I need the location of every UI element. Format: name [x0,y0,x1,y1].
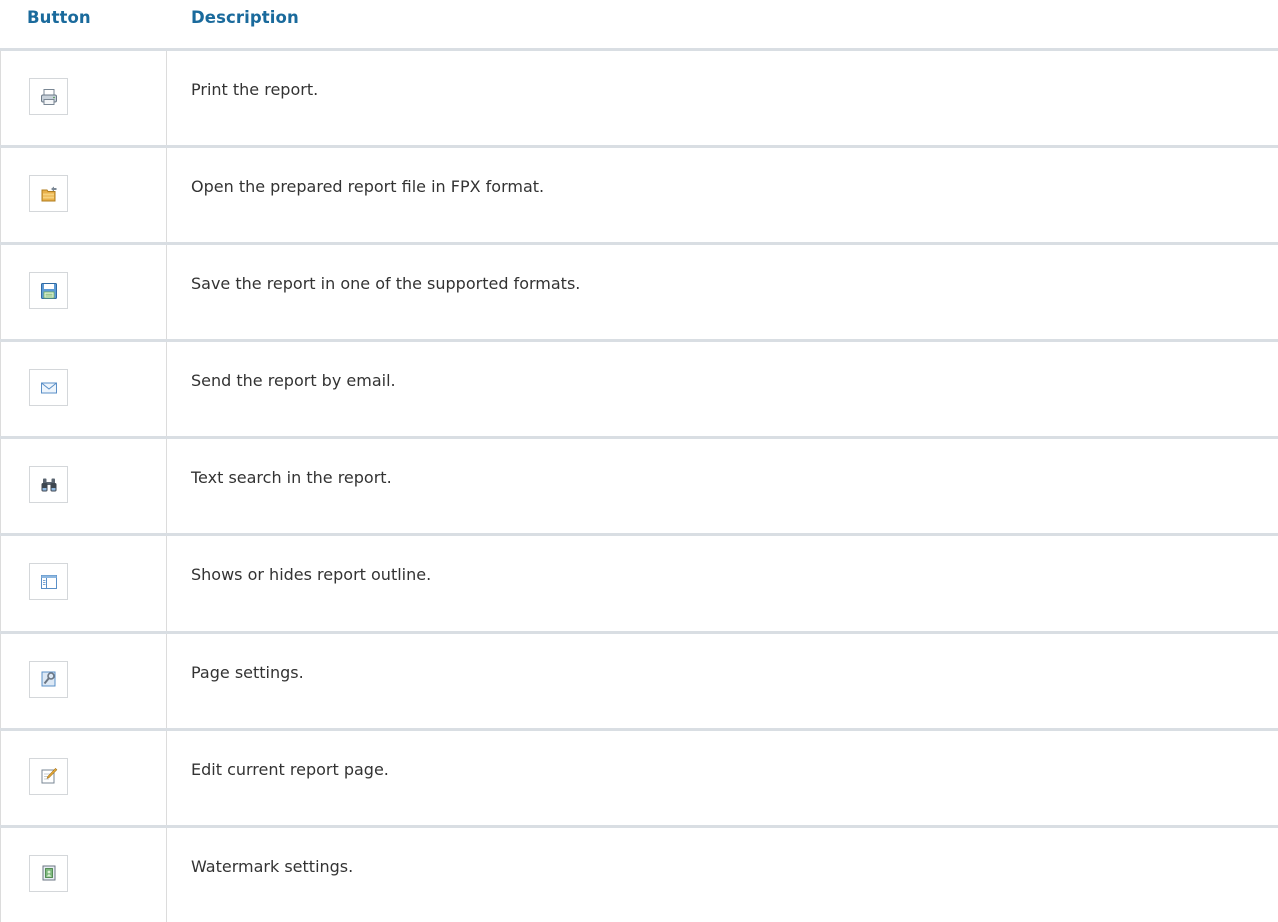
button-cell [0,51,167,146]
table-row: Send the report by email. [0,339,1278,437]
envelope-icon [40,382,57,394]
find-button[interactable] [29,466,68,504]
binoculars-icon [41,478,56,492]
button-cell [0,536,167,631]
watermark-button[interactable] [29,854,68,892]
button-cell [0,439,167,534]
table-row: Open the prepared report file in FPX for… [0,145,1278,243]
description-cell: Send the report by email. [191,371,396,391]
table-row: Save the report in one of the supported … [0,242,1278,340]
description-cell: Open the prepared report file in FPX for… [191,177,545,197]
watermark-icon [42,865,55,881]
page-settings-icon [41,671,55,687]
page-settings-button[interactable] [29,660,68,698]
table-header: Button Description [0,0,1278,48]
table-row: Page settings. [0,630,1278,728]
open-button[interactable] [29,175,68,213]
description-cell: Print the report. [191,80,319,99]
description-cell: Page settings. [191,662,304,682]
button-cell [0,245,167,340]
printer-icon [40,88,57,105]
outline-button[interactable] [29,563,68,601]
save-button[interactable] [29,272,68,310]
header-button: Button [27,8,91,27]
table-row: Text search in the report. [0,436,1278,534]
table-row: Shows or hides report outline. [0,533,1278,631]
button-cell [0,633,167,728]
description-cell: Watermark settings. [191,856,354,876]
button-cell [0,827,167,922]
button-cell [0,342,167,437]
button-cell [0,148,167,243]
table-row: Edit current report page. [0,727,1278,825]
edit-page-button[interactable] [29,757,68,795]
description-cell: Save the report in one of the supported … [191,274,581,294]
email-button[interactable] [29,369,68,407]
button-cell [0,730,167,825]
description-cell: Edit current report page. [191,759,389,779]
open-folder-icon [41,186,56,202]
table-row: Watermark settings. [0,824,1278,922]
toolbar-buttons-table: Button Description Print the report. Ope… [0,0,1278,922]
edit-page-icon [41,768,57,784]
header-description: Description [191,8,299,27]
save-disk-icon [40,282,57,299]
print-button[interactable] [29,78,68,115]
table-row: Print the report. [0,48,1278,146]
outline-panel-icon [40,574,57,589]
description-cell: Shows or hides report outline. [191,565,432,585]
description-cell: Text search in the report. [191,468,392,488]
